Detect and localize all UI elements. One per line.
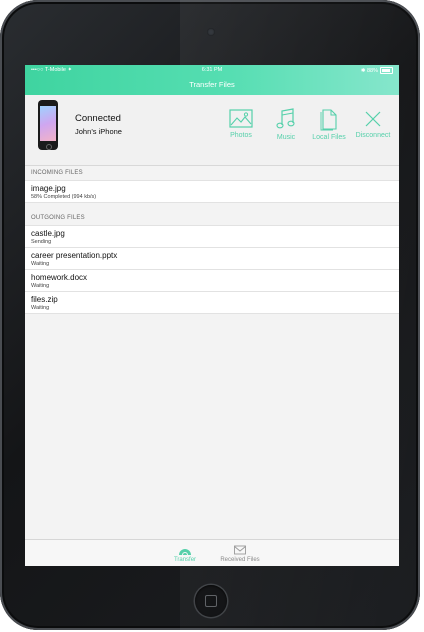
connected-device-panel: Connected John’s iPhone Photos Music Loc… (25, 95, 399, 166)
photos-button[interactable]: Photos (217, 109, 265, 139)
local-files-button[interactable]: Local Files (305, 107, 353, 141)
incoming-files-list: image.jpg 58% Completed (994 kb/s) (25, 180, 399, 203)
file-name: castle.jpg (31, 229, 65, 238)
connection-status: Connected (75, 113, 121, 124)
battery-indicator: ✱ 88% (361, 67, 393, 74)
file-name: homework.docx (31, 273, 88, 282)
local-files-icon (320, 109, 337, 131)
file-status: Waiting (31, 305, 50, 311)
outgoing-files-list: castle.jpg Sending career presentation.p… (25, 225, 399, 314)
photos-icon (229, 109, 253, 128)
front-camera (207, 28, 215, 36)
music-icon (276, 108, 295, 129)
page-title: Transfer Files (189, 80, 235, 89)
app-header: •••○○ T-Mobile ✦ 6:31 PM ✱ 88% Transfer … (25, 65, 399, 95)
iphone-icon (38, 100, 58, 150)
list-item[interactable]: image.jpg 58% Completed (994 kb/s) (25, 180, 399, 203)
music-button[interactable]: Music (262, 107, 310, 141)
battery-icon (380, 67, 393, 74)
outgoing-files-header: OUTGOING FILES (31, 215, 85, 221)
status-bar: •••○○ T-Mobile ✦ 6:31 PM ✱ 88% (25, 65, 399, 75)
list-item[interactable]: castle.jpg Sending (25, 225, 399, 247)
app-screen: •••○○ T-Mobile ✦ 6:31 PM ✱ 88% Transfer … (25, 65, 399, 566)
tab-received-files[interactable]: Received Files (210, 544, 270, 563)
device-name: John’s iPhone (75, 127, 122, 136)
home-button[interactable] (195, 585, 227, 617)
list-item[interactable]: career presentation.pptx Waiting (25, 247, 399, 269)
file-name: image.jpg (31, 184, 66, 193)
disconnect-icon (365, 111, 381, 127)
file-name: career presentation.pptx (31, 251, 118, 260)
transfer-icon (179, 549, 191, 556)
disconnect-button[interactable]: Disconnect (349, 109, 397, 139)
file-status: 58% Completed (994 kb/s) (31, 194, 97, 200)
file-name: files.zip (31, 295, 58, 304)
tab-transfer[interactable]: Transfer (155, 544, 215, 563)
file-status: Sending (31, 239, 52, 245)
tab-bar: Transfer Received Files (25, 539, 399, 566)
list-item[interactable]: files.zip Waiting (25, 291, 399, 314)
file-status: Waiting (31, 261, 50, 267)
file-status: Waiting (31, 283, 50, 289)
inbox-icon (234, 545, 246, 555)
list-item[interactable]: homework.docx Waiting (25, 269, 399, 291)
incoming-files-header: INCOMING FILES (31, 170, 83, 176)
clock: 6:31 PM (201, 67, 223, 73)
